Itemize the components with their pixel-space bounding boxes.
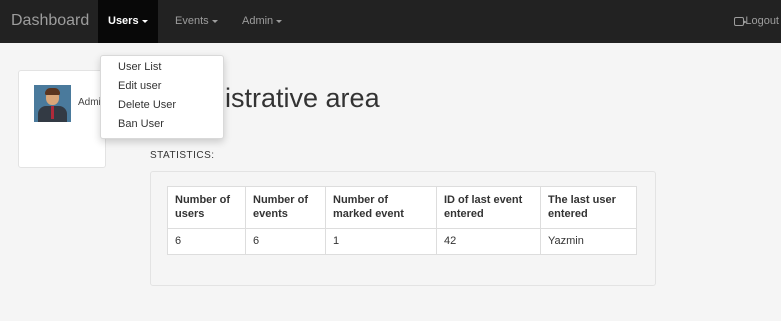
nav-users-label: Users: [108, 15, 139, 27]
table-header-row: Number of users Number of events Number …: [167, 186, 637, 229]
nav-users-dropdown[interactable]: Users: [98, 0, 158, 43]
header-last-user-entered: The last user entered: [540, 186, 637, 229]
header-number-of-users: Number of users: [167, 186, 246, 229]
chevron-down-icon: [141, 19, 148, 23]
nav-events-dropdown[interactable]: Events: [165, 0, 228, 43]
cell-id-of-last-event: 42: [436, 228, 541, 255]
header-id-of-last-event: ID of last event entered: [436, 186, 541, 229]
chevron-down-icon: [276, 19, 283, 23]
statistics-table: Number of users Number of events Number …: [167, 186, 637, 255]
nav-admin-label: Admin: [242, 15, 274, 27]
nav-events-label: Events: [175, 15, 209, 27]
menu-item-user-list[interactable]: User List: [118, 61, 161, 73]
nav-admin-dropdown[interactable]: Admin: [232, 0, 292, 43]
top-navbar: Dashboard Users Events Admin Logout: [0, 0, 781, 43]
cell-last-user-entered: Yazmin: [540, 228, 637, 255]
profile-name: Admi: [78, 97, 101, 108]
profile-card: Admi: [18, 70, 106, 168]
cell-number-of-users: 6: [167, 228, 246, 255]
user-avatar-icon: [34, 85, 71, 122]
menu-item-delete-user[interactable]: Delete User: [118, 99, 176, 111]
users-dropdown-menu: User List Edit user Delete User Ban User: [100, 55, 224, 139]
table-row: 6 6 1 42 Yazmin: [167, 228, 637, 255]
cell-number-of-events: 6: [245, 228, 326, 255]
brand-link[interactable]: Dashboard: [11, 12, 89, 30]
page-title: nistrative area: [210, 83, 380, 113]
logout-button[interactable]: Logout: [734, 0, 779, 43]
logout-label: Logout: [745, 15, 779, 27]
menu-item-ban-user[interactable]: Ban User: [118, 118, 164, 130]
header-number-of-events: Number of events: [245, 186, 326, 229]
cell-number-of-marked-event: 1: [325, 228, 437, 255]
statistics-heading: STATISTICS:: [150, 150, 215, 161]
chevron-down-icon: [211, 19, 218, 23]
header-number-of-marked-event: Number of marked event: [325, 186, 437, 229]
menu-item-edit-user[interactable]: Edit user: [118, 80, 161, 92]
statistics-panel: Number of users Number of events Number …: [150, 171, 656, 286]
logout-icon: [734, 16, 748, 26]
